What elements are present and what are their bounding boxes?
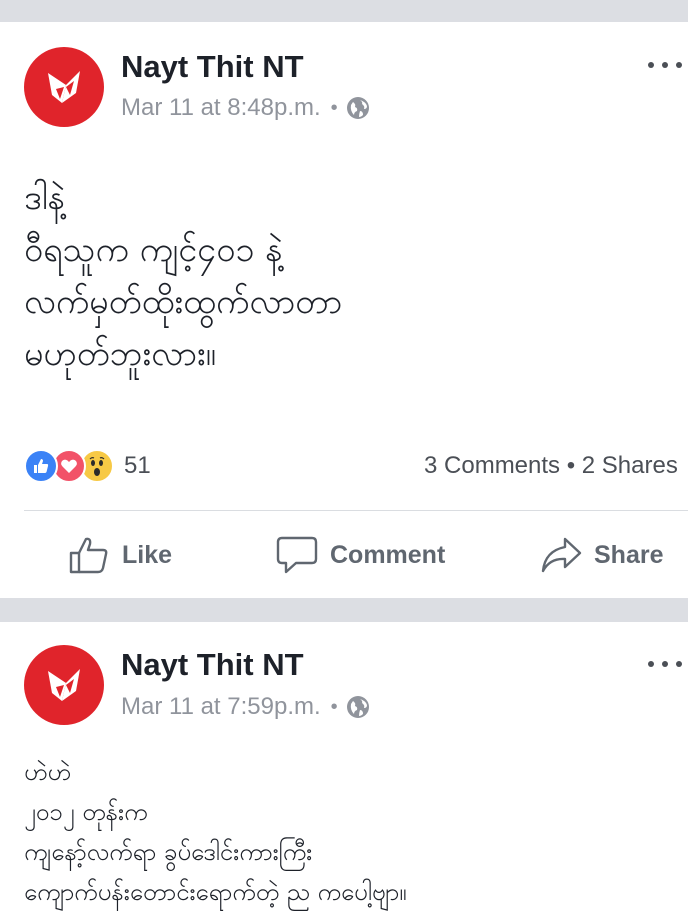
more-dot [662, 62, 668, 68]
comments-shares-count[interactable]: 3 Comments • 2 Shares [424, 452, 678, 480]
post-body-line: ၂၀၁၂ တုန်းက [24, 798, 148, 826]
like-label: Like [122, 540, 173, 569]
post-body: ဒါနဲ့ ဝီရသူက ကျင့်၄၀၁ နဲ့ လက်မှတ်ထိုးထွက… [24, 172, 674, 380]
post-body-line: မဟုတ်ဘူးလား။ [24, 334, 216, 374]
post-card: Nayt Thit NT Mar 11 at 8:48p.m. • ဒါနဲ့ … [0, 22, 688, 598]
post-body: ဟဲဟဲ ၂၀၁၂ တုန်းက ကျနော့်လက်ရာ ခွပ်ဒေါင်း… [24, 752, 674, 912]
post-body-line: ကျောက်ပန်းတောင်းရောက်တဲ့ ည ကပေါ့ဗျာ။ [24, 878, 407, 906]
reactions-summary[interactable]: 51 [24, 449, 151, 483]
avatar[interactable] [24, 645, 104, 725]
more-dot [676, 661, 682, 667]
like-reaction-icon [24, 449, 58, 483]
more-dot [648, 62, 654, 68]
page-logo-icon [48, 71, 80, 103]
share-label: Share [594, 540, 664, 569]
author-name[interactable]: Nayt Thit NT [121, 49, 304, 85]
more-dot [662, 661, 668, 667]
avatar[interactable] [24, 47, 104, 127]
post-timestamp[interactable]: Mar 11 at 7:59p.m. [121, 693, 321, 721]
meta-separator: • [330, 695, 338, 718]
comment-label: Comment [330, 540, 446, 569]
page-logo-icon [48, 669, 80, 701]
post-body-line: ဟဲဟဲ [24, 758, 71, 786]
post-body-line: ဝီရသူက ကျင့်၄၀၁ နဲ့ [24, 230, 283, 270]
share-arrow-icon [541, 537, 582, 573]
post-card: Nayt Thit NT Mar 11 at 7:59p.m. • ဟဲဟဲ ၂… [0, 622, 688, 912]
globe-icon [346, 696, 369, 718]
more-dot [648, 661, 654, 667]
post-body-line: ဒါနဲ့ [24, 178, 66, 218]
globe-icon [346, 97, 369, 119]
like-button[interactable]: Like [68, 530, 172, 580]
post-timestamp[interactable]: Mar 11 at 8:48p.m. [121, 94, 321, 122]
more-dot [676, 62, 682, 68]
share-button[interactable]: Share [540, 530, 663, 580]
divider [24, 510, 688, 511]
thumbs-up-icon [69, 537, 108, 574]
post-meta: Mar 11 at 8:48p.m. • [121, 94, 370, 122]
comment-button[interactable]: Comment [276, 530, 445, 580]
post-body-line: လက်မှတ်ထိုးထွက်လာတာ [24, 282, 343, 322]
meta-separator: • [330, 96, 338, 119]
post-meta: Mar 11 at 7:59p.m. • [121, 693, 370, 721]
post-body-line: ကျနော့်လက်ရာ ခွပ်ဒေါင်းကားကြီး [24, 838, 313, 866]
comment-bubble-icon [276, 536, 318, 574]
more-options-button[interactable] [648, 659, 682, 669]
author-name[interactable]: Nayt Thit NT [121, 647, 304, 683]
reaction-count: 51 [124, 452, 151, 479]
more-options-button[interactable] [648, 60, 682, 70]
